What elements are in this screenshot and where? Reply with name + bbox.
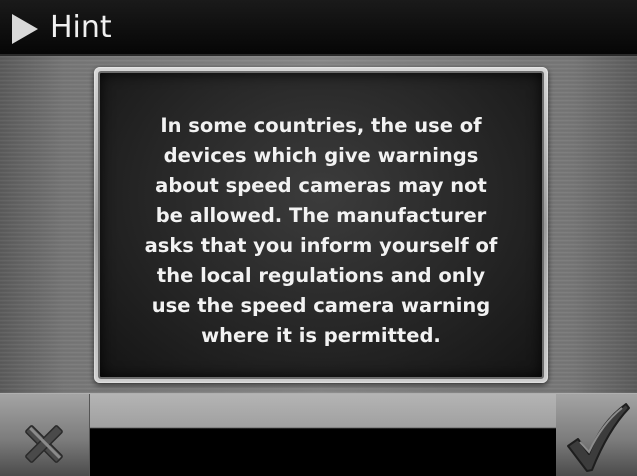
message-frame: In some countries, the use of devices wh… (94, 67, 548, 383)
confirm-button[interactable] (556, 394, 637, 476)
play-arrow-icon (12, 14, 38, 44)
close-x-icon (25, 425, 63, 463)
bottom-bar (0, 393, 637, 476)
bottom-center-strip (89, 394, 557, 476)
dialog-title: Hint (50, 10, 112, 45)
message-panel: In some countries, the use of devices wh… (98, 71, 544, 379)
checkmark-icon (567, 403, 630, 472)
hint-dialog-screen: Hint In some countries, the use of devic… (0, 0, 637, 476)
hint-message: In some countries, the use of devices wh… (144, 114, 498, 347)
cancel-button[interactable] (0, 394, 89, 476)
title-bar: Hint (0, 0, 637, 56)
